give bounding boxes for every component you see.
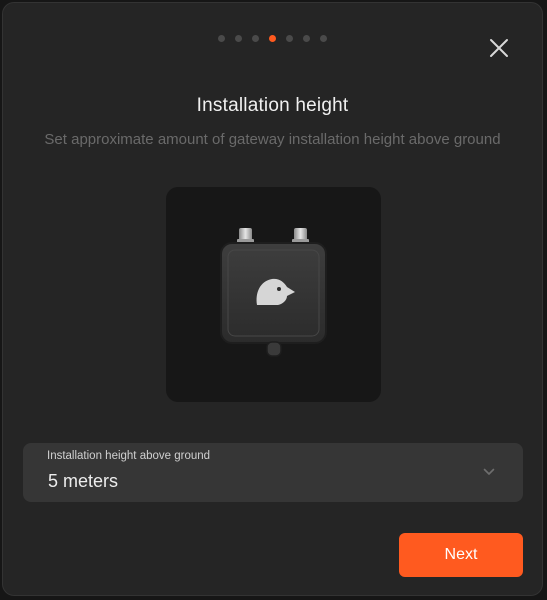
installation-height-label: Installation height above ground [47, 450, 211, 462]
gateway-device-icon [220, 228, 327, 357]
step-dot-7 [320, 35, 327, 42]
gateway-illustration-card [166, 187, 381, 402]
step-dot-1 [218, 35, 225, 42]
step-dot-5 [286, 35, 293, 42]
progress-stepper [3, 35, 542, 42]
step-dot-6 [303, 35, 310, 42]
installation-height-select[interactable]: Installation height above ground 5 meter… [23, 443, 523, 502]
installation-height-value: 5 meters [48, 471, 119, 491]
step-dot-4-active [269, 35, 276, 42]
installation-height-modal: Installation height Set approximate amou… [2, 2, 543, 596]
close-button[interactable] [488, 37, 510, 59]
close-icon [490, 39, 508, 57]
page-title: Installation height [196, 95, 349, 116]
page-subtitle: Set approximate amount of gateway instal… [44, 131, 501, 148]
chevron-down-icon [483, 468, 495, 475]
step-dot-2 [235, 35, 242, 42]
step-dot-3 [252, 35, 259, 42]
next-button[interactable]: Next [399, 533, 523, 577]
